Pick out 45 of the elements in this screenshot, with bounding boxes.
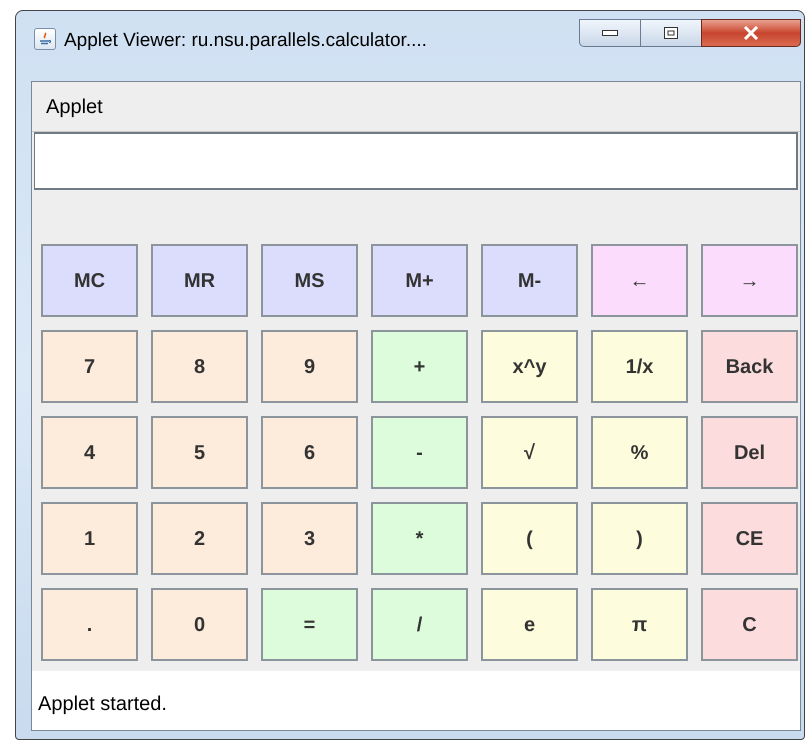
calculator-key[interactable]: ( [481, 502, 578, 575]
calculator-key[interactable]: Back [701, 330, 798, 403]
calculator-key[interactable]: 4 [41, 416, 138, 489]
close-icon [743, 26, 759, 40]
calculator-key[interactable]: √ [481, 416, 578, 489]
calculator-key[interactable]: ) [591, 502, 688, 575]
minimize-button[interactable] [579, 19, 641, 47]
calculator-key[interactable]: 9 [261, 330, 358, 403]
maximize-icon [664, 27, 678, 39]
status-bar: Applet started. [32, 671, 800, 730]
close-button[interactable] [701, 19, 801, 47]
calculator-key[interactable]: 0 [151, 588, 248, 661]
calculator-key[interactable]: e [481, 588, 578, 661]
display-field[interactable] [34, 132, 798, 190]
calculator-key[interactable]: Del [701, 416, 798, 489]
minimize-icon [602, 30, 618, 36]
calculator-key[interactable]: * [371, 502, 468, 575]
calculator-key[interactable]: . [41, 588, 138, 661]
calculator-key[interactable]: C [701, 588, 798, 661]
calculator-key[interactable]: → [701, 244, 798, 317]
calculator-key[interactable]: 7 [41, 330, 138, 403]
menu-item[interactable]: Applet [46, 92, 103, 122]
calculator-key[interactable]: ← [591, 244, 688, 317]
calculator-key[interactable]: 6 [261, 416, 358, 489]
window-title: Applet Viewer: ru.nsu.parallels.calculator.... [64, 29, 427, 53]
calculator-key[interactable]: = [261, 588, 358, 661]
calculator-key[interactable]: π [591, 588, 688, 661]
calculator-key[interactable]: MS [261, 244, 358, 317]
calculator-key[interactable]: 1/x [591, 330, 688, 403]
calculator-key[interactable]: 5 [151, 416, 248, 489]
calculator-key[interactable]: M- [481, 244, 578, 317]
calculator-key[interactable]: x^y [481, 330, 578, 403]
calculator-key[interactable]: 1 [41, 502, 138, 575]
calculator-key[interactable]: + [371, 330, 468, 403]
calculator-key[interactable]: 3 [261, 502, 358, 575]
calculator-key[interactable]: M+ [371, 244, 468, 317]
calculator-key[interactable]: 2 [151, 502, 248, 575]
calculator-key[interactable]: CE [701, 502, 798, 575]
calculator-key[interactable]: MR [151, 244, 248, 317]
maximize-button[interactable] [641, 19, 701, 47]
calculator-key[interactable]: MC [41, 244, 138, 317]
calculator-key[interactable]: / [371, 588, 468, 661]
calculator-key[interactable]: 8 [151, 330, 248, 403]
calculator-key[interactable]: - [371, 416, 468, 489]
calculator-key[interactable]: % [591, 416, 688, 489]
